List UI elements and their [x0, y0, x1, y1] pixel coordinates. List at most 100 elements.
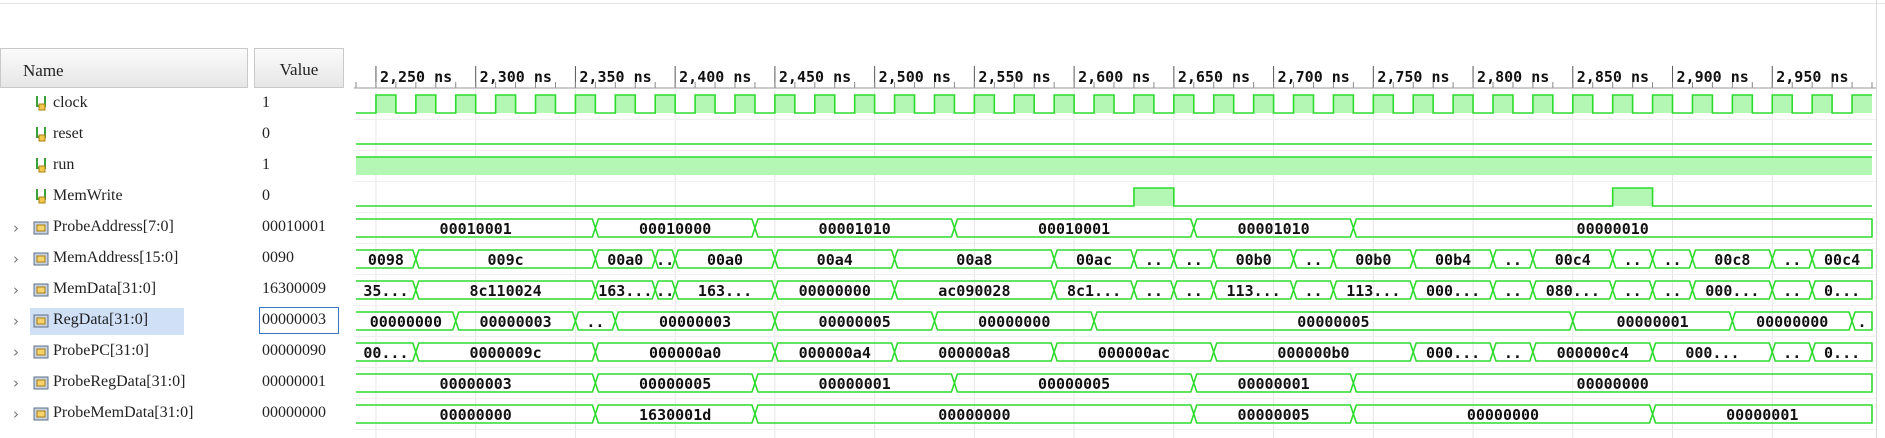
bus-value-label: 000000a8: [938, 344, 1010, 362]
bus-value-label: 00a8: [956, 251, 992, 269]
wave-high-fill: [1612, 95, 1633, 113]
bus-value-label: ..: [1504, 344, 1522, 362]
expand-chevron-icon[interactable]: ›: [13, 219, 19, 237]
wave-high-fill: [854, 95, 875, 113]
expand-chevron-icon[interactable]: ›: [13, 405, 19, 423]
wave-high-fill: [1373, 95, 1394, 113]
signal-name: RegData[31:0]: [53, 311, 149, 328]
bus-value-label: 000000c4: [1557, 344, 1629, 362]
bus-value-label: 00000000: [799, 282, 871, 300]
signal-row[interactable]: › ProbePC[31:0] 00000090: [0, 337, 352, 368]
bus-value-label: ..: [1185, 282, 1203, 300]
bus-value-label: 35...: [363, 282, 408, 300]
signal-row[interactable]: › MemData[31:0] 16300009: [0, 275, 352, 306]
bus-value-label: ..: [1624, 282, 1642, 300]
value-column-header[interactable]: Value: [254, 48, 344, 88]
bus-value-label: 00a4: [817, 251, 853, 269]
bus-value-label: 080...: [1546, 282, 1600, 300]
bus-value-label: 00a0: [607, 251, 643, 269]
waveform-viewer[interactable]: 2,250 ns 2,300 ns 2,350 ns 2,400 ns 2,450 ns…: [354, 0, 1876, 438]
wave-high-fill: [1133, 188, 1174, 206]
bus-value-label: 00001010: [1237, 220, 1309, 238]
bus-value-label: 00b4: [1435, 251, 1471, 269]
signal-row[interactable]: › RegData[31:0] 00000003: [0, 306, 352, 337]
signal-value: 00010001: [262, 218, 326, 235]
bus-signal-icon: [33, 283, 49, 297]
wave-high-fill: [1253, 95, 1274, 113]
expand-chevron-icon[interactable]: ›: [13, 374, 19, 392]
wave-high-fill: [655, 95, 676, 113]
bus-value-label: 000...: [1426, 344, 1480, 362]
bus-value-label: ..: [1783, 344, 1801, 362]
expand-chevron-icon[interactable]: ›: [13, 281, 19, 299]
wave-high-fill: [1732, 95, 1753, 113]
signal-row[interactable]: › MemAddress[15:0] 0090: [0, 244, 352, 275]
bus-value-label: 163...: [698, 282, 752, 300]
wave-high-fill: [894, 95, 915, 113]
bus-value-label: 00000005: [819, 313, 891, 331]
bus-value-label: 00000000: [1467, 406, 1539, 424]
signal-row[interactable]: reset 0: [0, 120, 352, 151]
wave-high-fill: [695, 95, 716, 113]
wave-high-fill: [1692, 95, 1713, 113]
wave-high-fill: [1014, 95, 1035, 113]
bus-value-label: 00000005: [639, 375, 711, 393]
bus-value-label: 00000005: [1297, 313, 1369, 331]
wave-high-fill: [1293, 95, 1314, 113]
signal-row[interactable]: › ProbeRegData[31:0] 00000001: [0, 368, 352, 399]
bus-signal-icon: [33, 376, 49, 390]
bus-value-label: 00010001: [440, 220, 512, 238]
bus-value-label: ..: [1624, 251, 1642, 269]
scalar-signal-icon: [36, 127, 46, 142]
expand-chevron-icon[interactable]: ›: [13, 343, 19, 361]
signal-name: ProbeRegData[31:0]: [53, 373, 186, 390]
bus-signal-icon: [33, 252, 49, 266]
bus-value-label: 00000000: [1577, 375, 1649, 393]
wave-high-fill: [1173, 95, 1194, 113]
signal-row[interactable]: › ProbeMemData[31:0] 00000000: [0, 399, 352, 430]
bus-value-label: 00000003: [479, 313, 551, 331]
signal-value: 00000090: [262, 342, 326, 359]
bus-value-label: 00c8: [1714, 251, 1750, 269]
bus-value-label: 0...: [1824, 344, 1860, 362]
wave-high-fill: [615, 95, 636, 113]
signal-row[interactable]: clock 1: [0, 89, 352, 120]
signal-row[interactable]: MemWrite 0: [0, 182, 352, 213]
signal-name: clock: [53, 94, 88, 111]
wave-high-fill: [735, 95, 755, 113]
signal-row[interactable]: › ProbeAddress[7:0] 00010001: [0, 213, 352, 244]
bus-value-label: 00000000: [978, 313, 1050, 331]
bus-value-label: ..: [1145, 251, 1163, 269]
scalar-signal-icon: [36, 189, 46, 204]
bus-value-label: 00010001: [1038, 220, 1110, 238]
signal-name: MemData[31:0]: [53, 280, 157, 297]
expand-chevron-icon[interactable]: ›: [13, 312, 19, 330]
wave-high-fill: [774, 95, 795, 113]
bus-value-label: 00000005: [1038, 375, 1110, 393]
bus-value-label: 0098: [368, 251, 404, 269]
bus-value-label: 000...: [1705, 282, 1759, 300]
signal-name: reset: [53, 125, 84, 142]
vertical-scrollbar[interactable]: [1876, 0, 1877, 438]
bus-value-label: ..: [586, 313, 604, 331]
bus-value-label: 113...: [1346, 282, 1400, 300]
wave-high-fill: [1054, 95, 1075, 113]
expand-chevron-icon[interactable]: ›: [13, 250, 19, 268]
name-column-header[interactable]: Name: [0, 48, 248, 88]
wave-high-fill: [1772, 95, 1793, 113]
scalar-signal-icon: [36, 158, 46, 173]
bus-value-label: 000000a0: [649, 344, 721, 362]
bus-value-label: ..: [1504, 251, 1522, 269]
bus-value-label: ..: [1783, 251, 1801, 269]
signal-row[interactable]: run 1: [0, 151, 352, 182]
bus-value-label: ac090028: [938, 282, 1010, 300]
bus-value-label: ..: [1145, 282, 1163, 300]
wave-high-fill: [356, 157, 1872, 175]
bus-value-label: 0...: [1824, 282, 1860, 300]
wave-high-fill: [1612, 188, 1653, 206]
signal-name: MemAddress[15:0]: [53, 249, 179, 266]
bus-value-label: ..: [1304, 251, 1322, 269]
bus-value-label: 00ac: [1076, 251, 1112, 269]
bus-signal-icon: [33, 221, 49, 235]
signal-value: 1: [262, 156, 270, 173]
